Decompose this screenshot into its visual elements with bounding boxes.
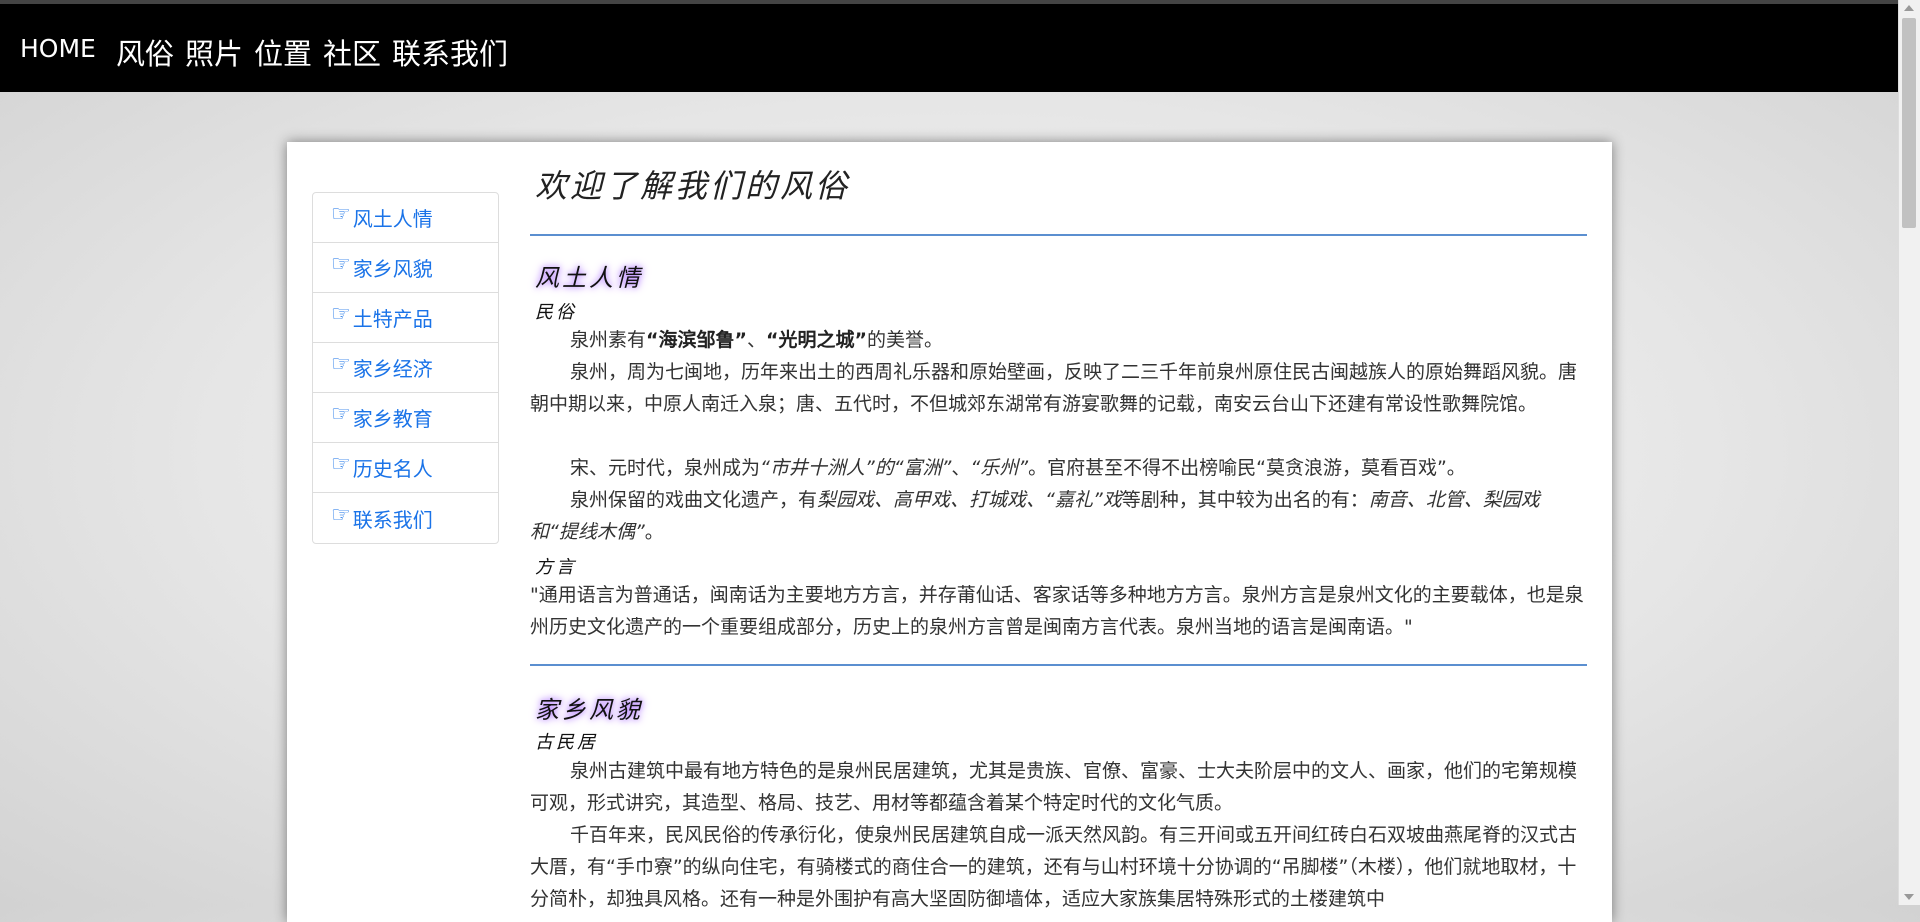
nav-link-customs[interactable]: 风俗 bbox=[116, 31, 174, 73]
content-card: ☞ 风土人情 ☞ 家乡风貌 ☞ 土特产品 ☞ 家乡经济 ☞ 家乡教育 ☞ 历史名人 ☞ 联系我… bbox=[287, 142, 1612, 922]
sidebar-menu: ☞ 风土人情 ☞ 家乡风貌 ☞ 土特产品 ☞ 家乡经济 ☞ 家乡教育 ☞ 历史名人 ☞ 联系我… bbox=[312, 192, 499, 544]
section-title-scenery: 家乡风貌 bbox=[535, 696, 643, 724]
page-title: 欢迎了解我们的风俗 bbox=[535, 167, 851, 205]
scrollbar-thumb[interactable] bbox=[1902, 18, 1916, 228]
pointing-hand-icon: ☞ bbox=[331, 202, 351, 227]
divider bbox=[530, 664, 1587, 666]
sidebar-item-label: 土特产品 bbox=[352, 307, 433, 331]
top-navbar: HOME 风俗 照片 位置 社区 联系我们 bbox=[0, 0, 1899, 92]
pointing-hand-icon: ☞ bbox=[331, 302, 351, 327]
pointing-hand-icon: ☞ bbox=[331, 502, 351, 528]
pointing-hand-icon: ☞ bbox=[331, 352, 351, 377]
sidebar-item-celebrities[interactable]: ☞ 历史名人 bbox=[313, 443, 498, 493]
scroll-up-arrow-icon[interactable] bbox=[1904, 5, 1914, 11]
divider bbox=[530, 234, 1587, 236]
vertical-scrollbar[interactable] bbox=[1898, 0, 1920, 905]
section-title-customs: 风土人情 bbox=[535, 264, 643, 292]
nav-link-community[interactable]: 社区 bbox=[323, 31, 381, 73]
sidebar-item-economy[interactable]: ☞ 家乡经济 bbox=[313, 343, 498, 393]
paragraph: 宋、元时代，泉州成为“市井十洲人”的“富洲”、“乐州”。官府甚至不得不出榜喻民“… bbox=[570, 457, 1466, 479]
sidebar-item-products[interactable]: ☞ 土特产品 bbox=[313, 293, 498, 343]
paragraph: "通用语言为普通话，闽南话为主要地方方言，并存莆仙话、客家话等多种地方方言。泉州… bbox=[530, 584, 1584, 638]
sidebar-item-customs[interactable]: ☞ 风土人情 bbox=[313, 193, 498, 243]
pointing-hand-icon: ☞ bbox=[331, 252, 351, 277]
sidebar-item-scenery[interactable]: ☞ 家乡风貌 bbox=[313, 243, 498, 293]
sidebar-item-label: 家乡教育 bbox=[352, 407, 433, 431]
sidebar-item-label: 联系我们 bbox=[352, 507, 433, 532]
sidebar-item-label: 风土人情 bbox=[352, 207, 433, 231]
paragraph: 泉州古建筑中最有地方特色的是泉州民居建筑，尤其是贵族、官僚、富豪、士大夫阶层中的… bbox=[530, 760, 1578, 814]
sidebar-item-label: 家乡风貌 bbox=[352, 257, 433, 281]
sidebar-item-label: 历史名人 bbox=[352, 457, 433, 481]
sidebar-item-contact[interactable]: ☞ 联系我们 bbox=[313, 493, 498, 543]
nav-home-link[interactable]: HOME bbox=[20, 34, 96, 63]
sidebar-item-label: 家乡经济 bbox=[352, 357, 433, 381]
paragraph: 千百年来，民风民俗的传承衍化，使泉州民居建筑自成一派天然风韵。有三开间或五开间红… bbox=[530, 824, 1578, 910]
pointing-hand-icon: ☞ bbox=[331, 402, 351, 427]
nav-link-location[interactable]: 位置 bbox=[254, 31, 312, 73]
pointing-hand-icon: ☞ bbox=[331, 452, 351, 477]
paragraph: 泉州，周为七闽地，历年来出土的西周礼乐器和原始壁画，反映了二三千年前泉州原住民古… bbox=[530, 361, 1578, 415]
nav-link-photos[interactable]: 照片 bbox=[185, 31, 243, 73]
nav-link-contact[interactable]: 联系我们 bbox=[392, 31, 508, 73]
sidebar-item-education[interactable]: ☞ 家乡教育 bbox=[313, 393, 498, 443]
paragraph: 泉州保留的戏曲文化遗产，有梨园戏、高甲戏、打城戏、“嘉礼”戏等剧种，其中较为出名… bbox=[530, 489, 1540, 543]
scroll-down-arrow-icon[interactable] bbox=[1904, 894, 1914, 900]
paragraph: 泉州素有“海滨邹鲁”、“光明之城”的美誉。 bbox=[570, 329, 944, 351]
